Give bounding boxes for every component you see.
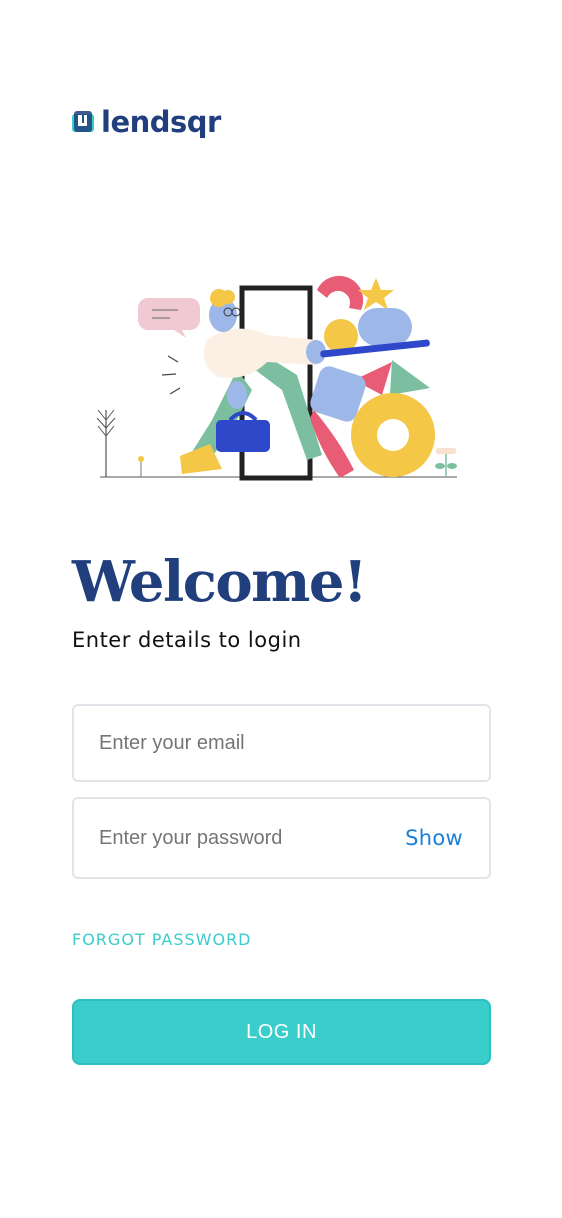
- person-carrying-bag-through-door-illustration: [96, 275, 457, 481]
- brand-logo: lendsqr: [72, 108, 221, 137]
- email-input[interactable]: [74, 706, 489, 780]
- forgot-password-link[interactable]: FORGOT PASSWORD: [72, 930, 252, 949]
- show-password-toggle[interactable]: Show: [405, 826, 489, 850]
- brand-name: lendsqr: [101, 105, 221, 139]
- password-input[interactable]: [74, 799, 406, 877]
- login-button[interactable]: LOG IN: [72, 999, 491, 1065]
- email-field-container: [72, 704, 491, 782]
- password-field-container: Show: [72, 797, 491, 879]
- login-subtitle: Enter details to login: [72, 628, 302, 652]
- lendsqr-logo-icon: [72, 110, 94, 132]
- welcome-title: Welcome!: [72, 549, 368, 615]
